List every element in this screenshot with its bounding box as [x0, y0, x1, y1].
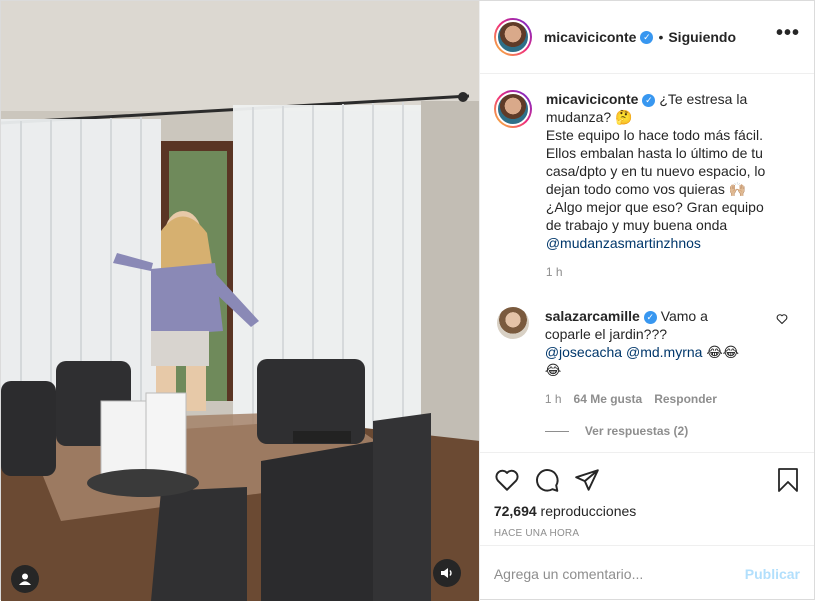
comment-item: salazarcamille ✓ Vamo a coparle el jardin… [494, 307, 800, 379]
comment-like-heart-icon[interactable] [776, 313, 788, 325]
view-count-number: 72,694 [493, 503, 537, 519]
publish-button[interactable]: Publicar [745, 566, 800, 582]
save-icon [778, 468, 798, 492]
view-count-label: reproducciones [540, 503, 637, 519]
commenter-avatar[interactable] [496, 307, 529, 339]
save-button[interactable] [776, 467, 800, 493]
comment-timestamp[interactable]: 1 h [545, 392, 562, 406]
caption-username[interactable]: micaviciconte [546, 91, 639, 107]
post-caption: micaviciconte ✓ ¿Te estresa la mudanza? 🤔… [493, 90, 800, 252]
following-button[interactable]: Siguiendo [668, 29, 736, 45]
comment-text: salazarcamille ✓ Vamo a coparle el jardin… [545, 307, 745, 379]
verified-icon: ✓ [643, 311, 657, 324]
more-icon[interactable]: ••• [776, 23, 800, 46]
comment-input[interactable] [493, 565, 745, 582]
reply-button[interactable]: Responder [654, 392, 717, 406]
separator-dot: • [658, 29, 664, 45]
caption-avatar[interactable] [493, 90, 532, 128]
comment-meta: 1 h 64 Me gusta Responder [545, 392, 800, 406]
verified-icon: ✓ [642, 94, 656, 107]
caption-line: ¿Algo mejor que eso? Gran equipo de trab… [545, 199, 764, 233]
comment-icon [535, 469, 559, 492]
author-username[interactable]: micaviciconte [544, 29, 637, 45]
view-replies-button[interactable]: Ver respuestas (2) [544, 424, 800, 438]
view-count[interactable]: 72,694 reproducciones [494, 503, 800, 519]
sound-toggle-button[interactable] [432, 559, 461, 587]
comment-button[interactable] [534, 467, 560, 493]
comment-likes[interactable]: 64 Me gusta [574, 392, 643, 406]
share-icon [575, 469, 599, 491]
verified-icon: ✓ [640, 30, 654, 44]
comments-list[interactable]: micaviciconte ✓ ¿Te estresa la mudanza? 🤔… [480, 74, 814, 452]
instagram-post-modal: micaviciconte ✓ • Siguiendo ••• micavici… [0, 0, 815, 601]
post-details-panel: micaviciconte ✓ • Siguiendo ••• micavici… [478, 1, 814, 601]
post-video[interactable] [1, 1, 479, 601]
post-header: micaviciconte ✓ • Siguiendo ••• [479, 1, 814, 74]
commenter-username[interactable]: salazarcamille [545, 308, 640, 324]
post-timestamp[interactable]: HACE UNA HORA [494, 528, 800, 539]
heart-icon [495, 469, 519, 491]
author-avatar[interactable] [493, 18, 532, 56]
video-frame [1, 1, 479, 601]
user-tag-icon [19, 573, 31, 585]
post-actions: 72,694 reproducciones HACE UNA HORA Publ… [479, 452, 814, 601]
view-replies-label: Ver respuestas (2) [584, 424, 689, 438]
caption-timestamp[interactable]: 1 h [546, 265, 800, 279]
comment-mention[interactable]: @md.myrna [626, 344, 702, 360]
like-button[interactable] [494, 467, 520, 493]
comment-composer: Publicar [479, 545, 814, 601]
action-icons [494, 463, 800, 497]
caption-mention[interactable]: @mudanzasmartinzhnos [546, 235, 701, 251]
caption-text: micaviciconte ✓ ¿Te estresa la mudanza? 🤔… [546, 90, 778, 252]
comment-mention[interactable]: @josecacha [545, 344, 622, 360]
sound-icon [440, 568, 452, 578]
share-button[interactable] [574, 467, 600, 493]
replies-divider [544, 430, 569, 432]
user-tag-button[interactable] [11, 565, 39, 593]
caption-line: Este equipo lo hace todo más fácil. Ello… [545, 127, 766, 197]
